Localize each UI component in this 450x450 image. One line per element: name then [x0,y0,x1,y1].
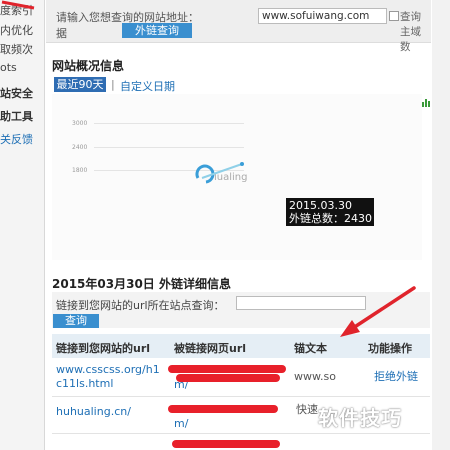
arrow-to-detail-title [286,182,440,286]
annotation-arrows [286,182,440,337]
arrow-to-anchor-column [340,286,416,337]
brand-watermark: 软件技巧 [318,406,402,430]
